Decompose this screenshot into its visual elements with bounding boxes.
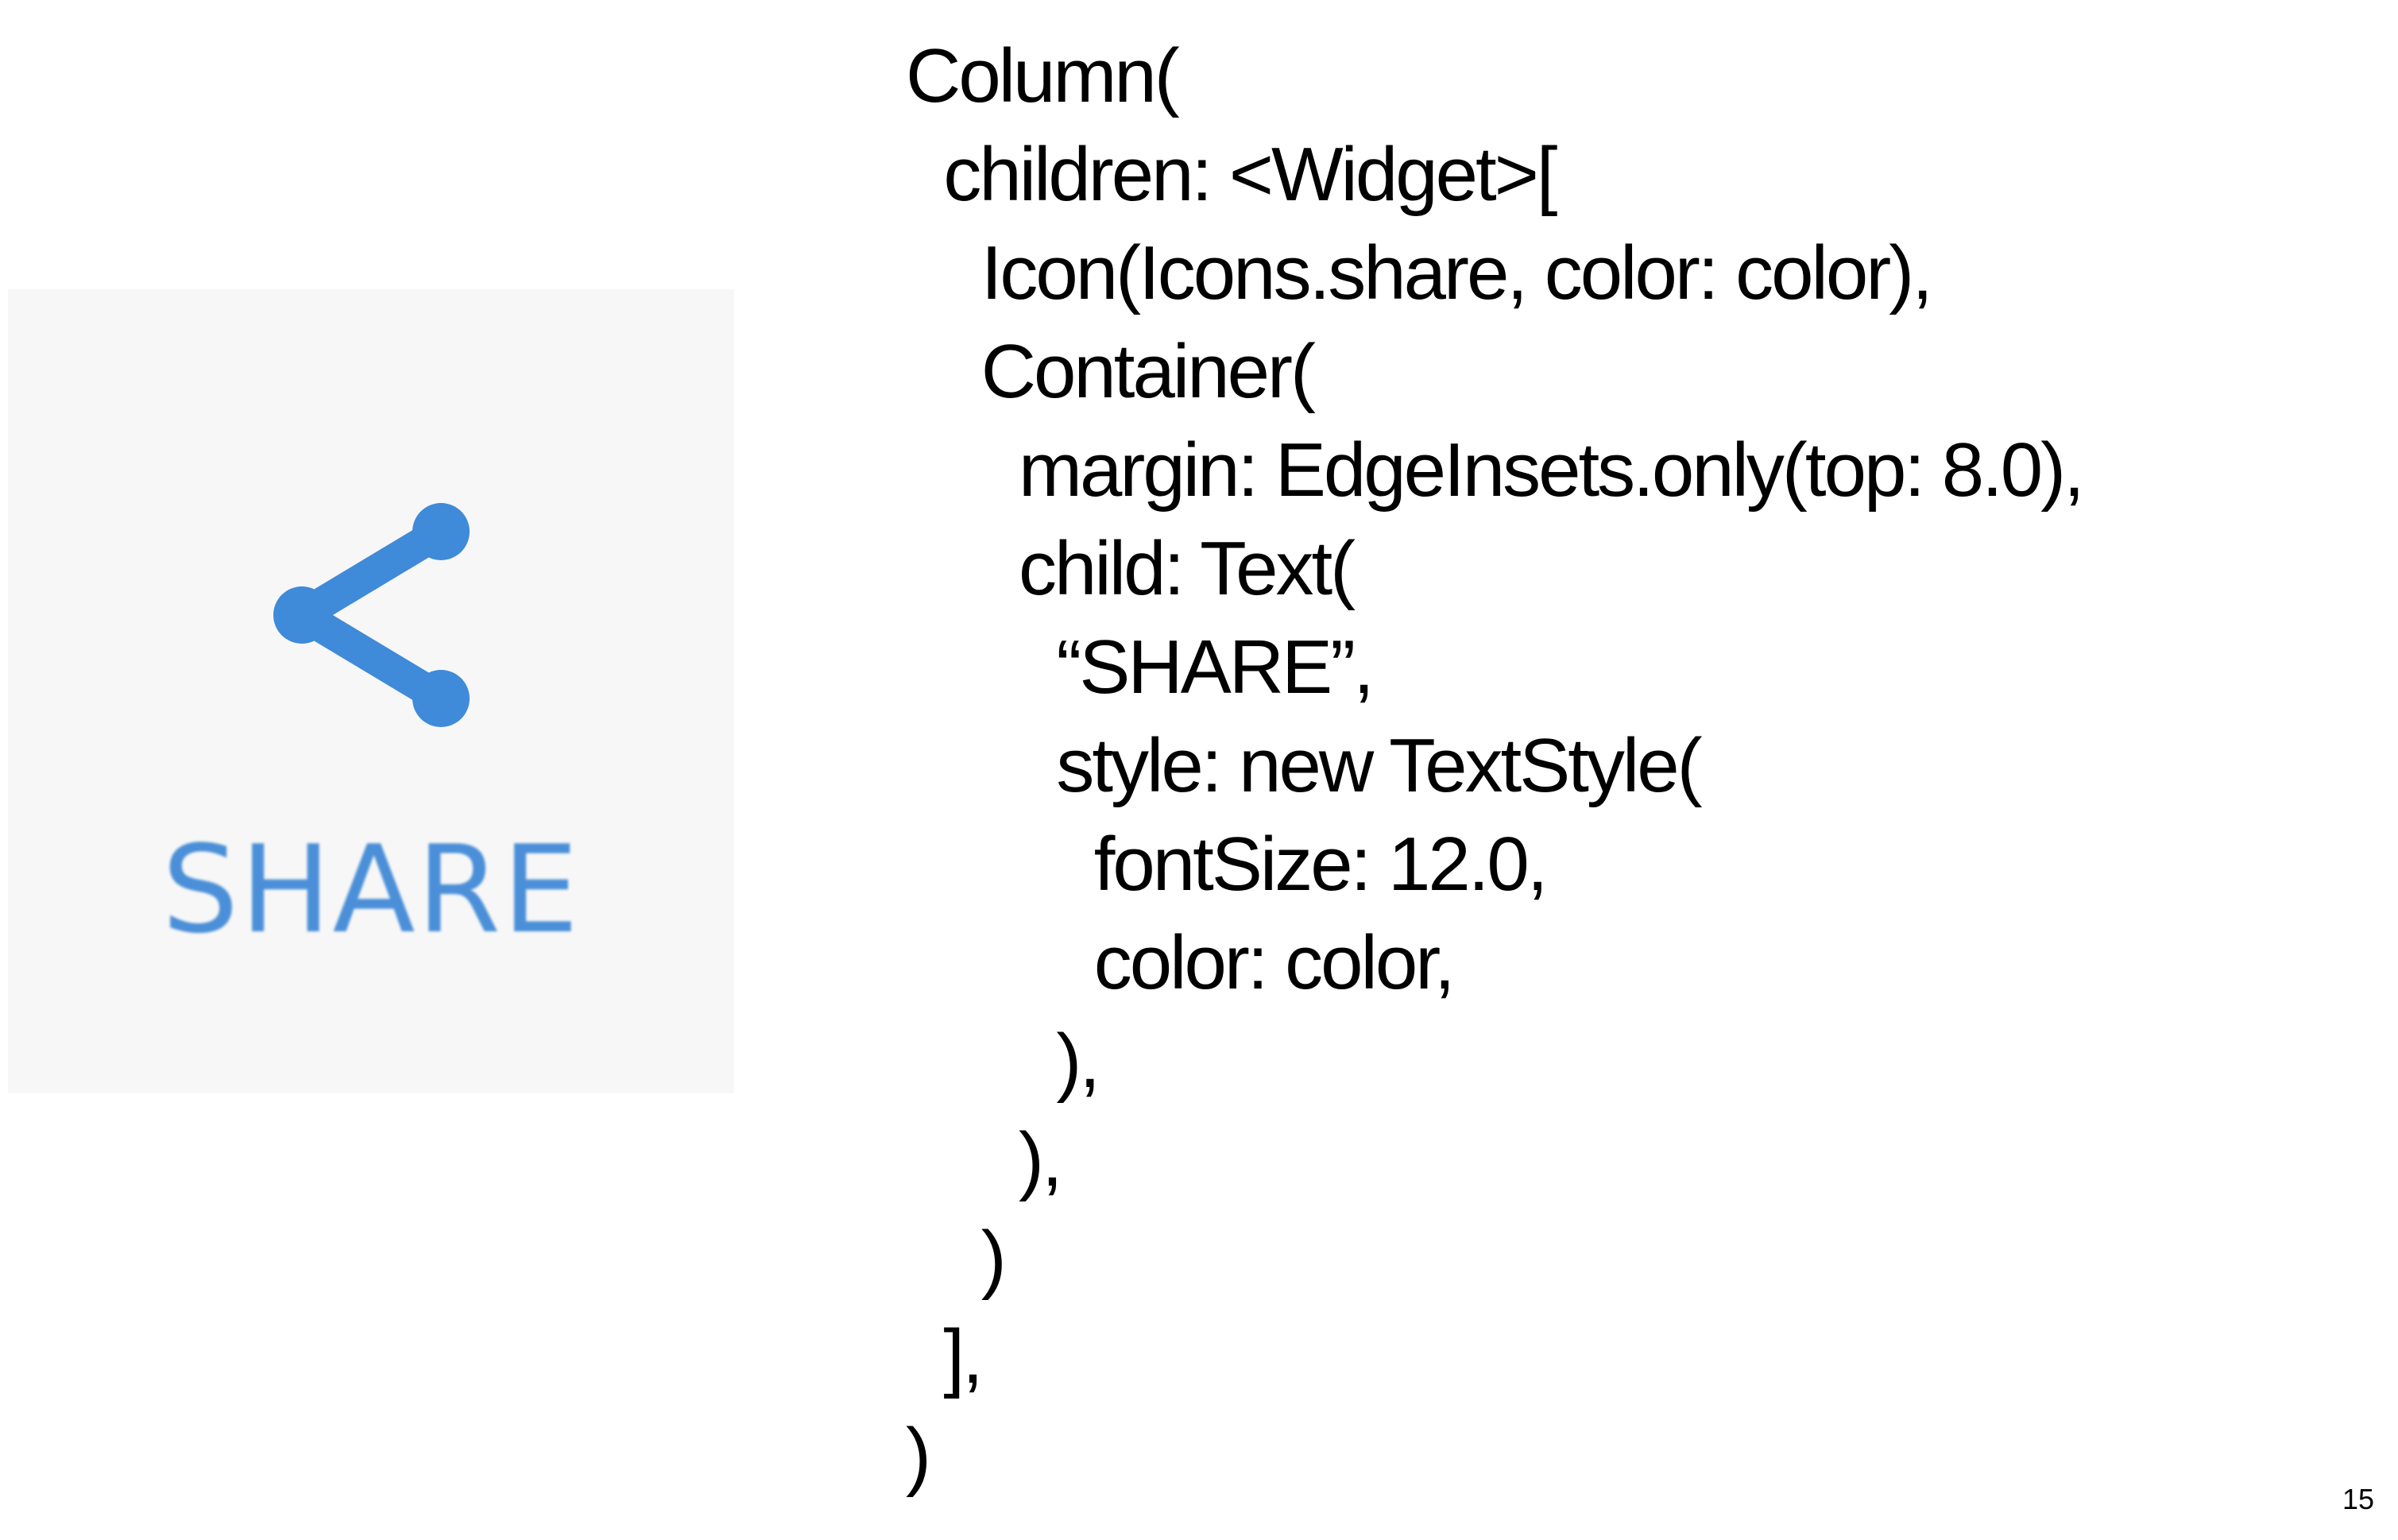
code-line: color: color, (906, 920, 1456, 1005)
code-line: ) (906, 1216, 1007, 1301)
slide-number: 15 (2342, 1483, 2374, 1515)
code-line: ], (906, 1314, 983, 1399)
share-icon (273, 503, 470, 727)
code-line: ), (906, 1019, 1100, 1104)
code-line: margin: EdgeInsets.only(top: 8.0), (906, 428, 2085, 513)
code-line: Icon(Icons.share, color: color), (906, 230, 1933, 315)
share-label: SHARE (161, 819, 581, 960)
code-line: fontSize: 12.0, (906, 822, 1549, 907)
code-block: Column( children: <Widget>[ Icon(Icons.s… (906, 27, 2085, 1505)
code-line: children: <Widget>[ (906, 132, 1557, 217)
code-line: child: Text( (906, 526, 1356, 611)
code-line: ) (906, 1413, 931, 1498)
code-line: Column( (906, 33, 1180, 118)
code-line: style: new TextStyle( (906, 723, 1702, 808)
button-preview: SHARE (8, 289, 734, 1093)
code-line: “SHARE”, (906, 625, 1374, 710)
code-line: Container( (906, 329, 1316, 414)
code-line: ), (906, 1117, 1063, 1202)
